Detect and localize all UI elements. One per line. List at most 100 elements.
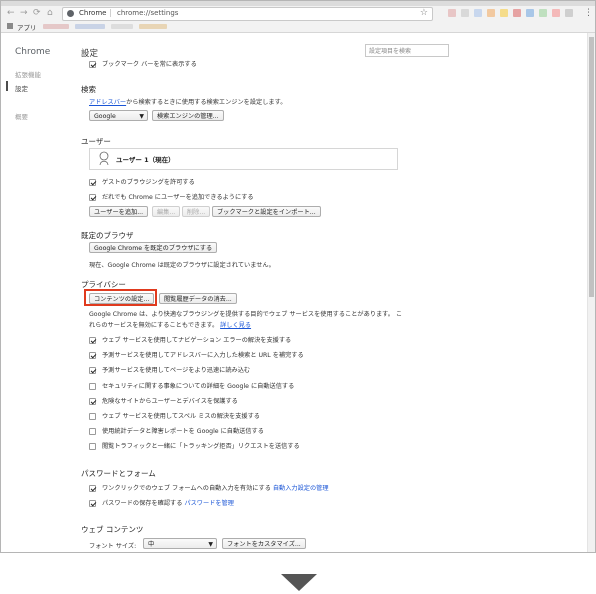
save-password-text: パスワードの保存を確認する <box>102 500 183 507</box>
privacy-description-line2: れらのサービスを無効にすることもできます。 詳しく見る <box>89 320 251 329</box>
section-users-title: ユーザー <box>81 137 111 146</box>
checkbox[interactable] <box>89 179 96 186</box>
checkbox[interactable] <box>89 61 96 68</box>
sidebar-item-settings[interactable]: 設定 <box>15 83 28 93</box>
settings-search-input[interactable]: 設定項目を検索 <box>365 44 449 57</box>
option-label: ゲストのブラウジングを許可する <box>102 179 195 186</box>
section-passwords-title: パスワードとフォーム <box>81 469 156 478</box>
checkbox[interactable] <box>89 428 96 436</box>
add-user-button[interactable]: ユーザーを追加... <box>89 206 149 217</box>
section-search-title: 検索 <box>81 85 96 94</box>
sidebar-item-extensions[interactable]: 拡張機能 <box>15 69 41 79</box>
search-engine-select[interactable]: Google ▼ <box>89 110 148 121</box>
dropdown-arrow-icon: ▼ <box>139 113 144 120</box>
checkbox[interactable] <box>89 443 96 451</box>
autofill-settings-link[interactable]: 自動入力設定の管理 <box>273 485 329 492</box>
search-placeholder: 設定項目を検索 <box>369 48 412 55</box>
bookmark-item[interactable] <box>111 24 133 29</box>
privacy-description-text: れらのサービスを無効にすることもできます。 <box>89 322 219 329</box>
down-arrow-icon <box>281 574 317 591</box>
page-title: 設定 <box>81 49 99 59</box>
option-label: ウェブ サービスを使用してナビゲーション エラーの解決を支援する <box>102 337 292 344</box>
extension-icon[interactable] <box>552 9 560 17</box>
checkbox[interactable] <box>89 500 96 507</box>
search-description: アドレスバーから検索するときに使用する検索エンジンを設定します。 <box>89 97 286 106</box>
back-icon[interactable]: ← <box>7 8 15 18</box>
delete-user-button[interactable]: 削除... <box>182 206 211 217</box>
site-label: Chrome <box>79 9 107 17</box>
dropdown-arrow-icon: ▼ <box>208 541 213 548</box>
forward-icon[interactable]: → <box>20 8 28 18</box>
bookmark-star-icon[interactable]: ☆ <box>420 8 428 18</box>
option-label: だれでも Chrome にユーザーを追加できるようにする <box>102 194 254 201</box>
clear-browsing-data-button[interactable]: 閲覧履歴データの消去... <box>159 293 237 304</box>
option-label: 予測サービスを使用してページをより迅速に読み込む <box>102 367 251 375</box>
sidebar-active-indicator <box>6 81 8 91</box>
content-settings-highlight <box>84 289 157 306</box>
extension-icon[interactable] <box>513 9 521 17</box>
sidebar-title: Chrome <box>15 47 51 57</box>
option-label: ワンクリックでのウェブ フォームへの自動入力を有効にする 自動入力設定の管理 <box>102 484 329 494</box>
checkbox[interactable] <box>89 397 96 405</box>
extension-icon[interactable] <box>500 9 508 17</box>
current-user-name: ユーザー 1（現在） <box>116 156 175 164</box>
scrollbar[interactable] <box>587 33 595 552</box>
search-engine-value: Google <box>94 113 116 120</box>
apps-grid-icon[interactable] <box>7 23 13 29</box>
extension-icon[interactable] <box>526 9 534 17</box>
bookmark-item[interactable] <box>43 24 69 29</box>
bookmark-item[interactable] <box>139 24 167 29</box>
checkbox[interactable] <box>89 337 96 344</box>
checkbox[interactable] <box>89 352 96 360</box>
option-label: ブックマーク バーを常に表示する <box>102 61 197 68</box>
extension-icon[interactable] <box>474 9 482 17</box>
bookmark-apps[interactable]: アプリ <box>17 22 37 32</box>
import-bookmarks-button[interactable]: ブックマークと設定をインポート... <box>212 206 321 217</box>
learn-more-link[interactable]: 詳しく見る <box>220 322 251 329</box>
extension-icon[interactable] <box>539 9 547 17</box>
sidebar-item-about[interactable]: 概要 <box>15 111 28 121</box>
section-web-content-title: ウェブ コンテンツ <box>81 525 144 534</box>
default-browser-status: 現在、Google Chrome は既定のブラウザに設定されていません。 <box>89 262 275 269</box>
extension-icon[interactable] <box>487 9 495 17</box>
address-bar[interactable]: Chrome | chrome://settings ☆ <box>62 7 433 21</box>
extension-icon[interactable] <box>565 9 573 17</box>
checkbox[interactable] <box>89 367 96 375</box>
option-label: セキュリティに関する事象についての詳細を Google に自動送信する <box>102 382 295 390</box>
font-size-label: フォント サイズ: <box>89 543 137 550</box>
edit-user-button[interactable]: 編集... <box>152 206 181 217</box>
make-default-browser-button[interactable]: Google Chrome を既定のブラウザにする <box>89 242 218 253</box>
user-avatar-icon <box>99 151 109 166</box>
search-description-text: から検索するときに使用する検索エンジンを設定します。 <box>126 99 287 106</box>
option-label: 危険なサイトからユーザーとデバイスを保護する <box>102 397 238 405</box>
manage-search-engines-button[interactable]: 検索エンジンの管理... <box>152 110 224 121</box>
checkbox[interactable] <box>89 194 96 201</box>
option-label: 予測サービスを使用してアドレスバーに入力した検索と URL を補完する <box>102 352 304 360</box>
scrollbar-thumb[interactable] <box>589 37 594 297</box>
checkbox[interactable] <box>89 413 96 420</box>
bookmark-item[interactable] <box>75 24 105 29</box>
browser-window: ← → ⟳ ⌂ Chrome | chrome://settings ☆ ⋮ ア… <box>0 0 596 553</box>
option-label: ウェブ サービスを使用してスペル ミスの解決を支援する <box>102 413 260 420</box>
option-label: パスワードの保存を確認する パスワードを管理 <box>102 499 234 509</box>
home-icon[interactable]: ⌂ <box>47 8 53 18</box>
privacy-description-line1: Google Chrome は、より快適なブラウジングを提供する目的でウェブ サ… <box>89 311 403 318</box>
autofill-text: ワンクリックでのウェブ フォームへの自動入力を有効にする <box>102 485 271 492</box>
checkbox[interactable] <box>89 485 96 492</box>
url-text[interactable]: chrome://settings <box>117 9 178 17</box>
customize-fonts-button[interactable]: フォントをカスタマイズ... <box>222 538 306 549</box>
reload-icon[interactable]: ⟳ <box>33 8 41 18</box>
menu-icon[interactable]: ⋮ <box>584 8 593 18</box>
font-size-select[interactable]: 中 ▼ <box>143 538 217 549</box>
checkbox[interactable] <box>89 382 96 390</box>
option-label: 閲覧トラフィックと一緒に「トラッキング拒否」リクエストを送信する <box>102 443 300 451</box>
omnibox-separator: | <box>109 8 112 17</box>
omnibox-link[interactable]: アドレスバー <box>89 99 126 106</box>
extension-icon[interactable] <box>461 9 469 17</box>
site-info-icon[interactable] <box>67 10 74 17</box>
extension-icon[interactable] <box>448 9 456 17</box>
browser-toolbar: ← → ⟳ ⌂ Chrome | chrome://settings ☆ ⋮ <box>1 6 595 21</box>
manage-passwords-link[interactable]: パスワードを管理 <box>184 500 234 507</box>
user-list[interactable]: ユーザー 1（現在） <box>89 148 398 170</box>
option-label: 使用統計データと障害レポートを Google に自動送信する <box>102 428 264 436</box>
